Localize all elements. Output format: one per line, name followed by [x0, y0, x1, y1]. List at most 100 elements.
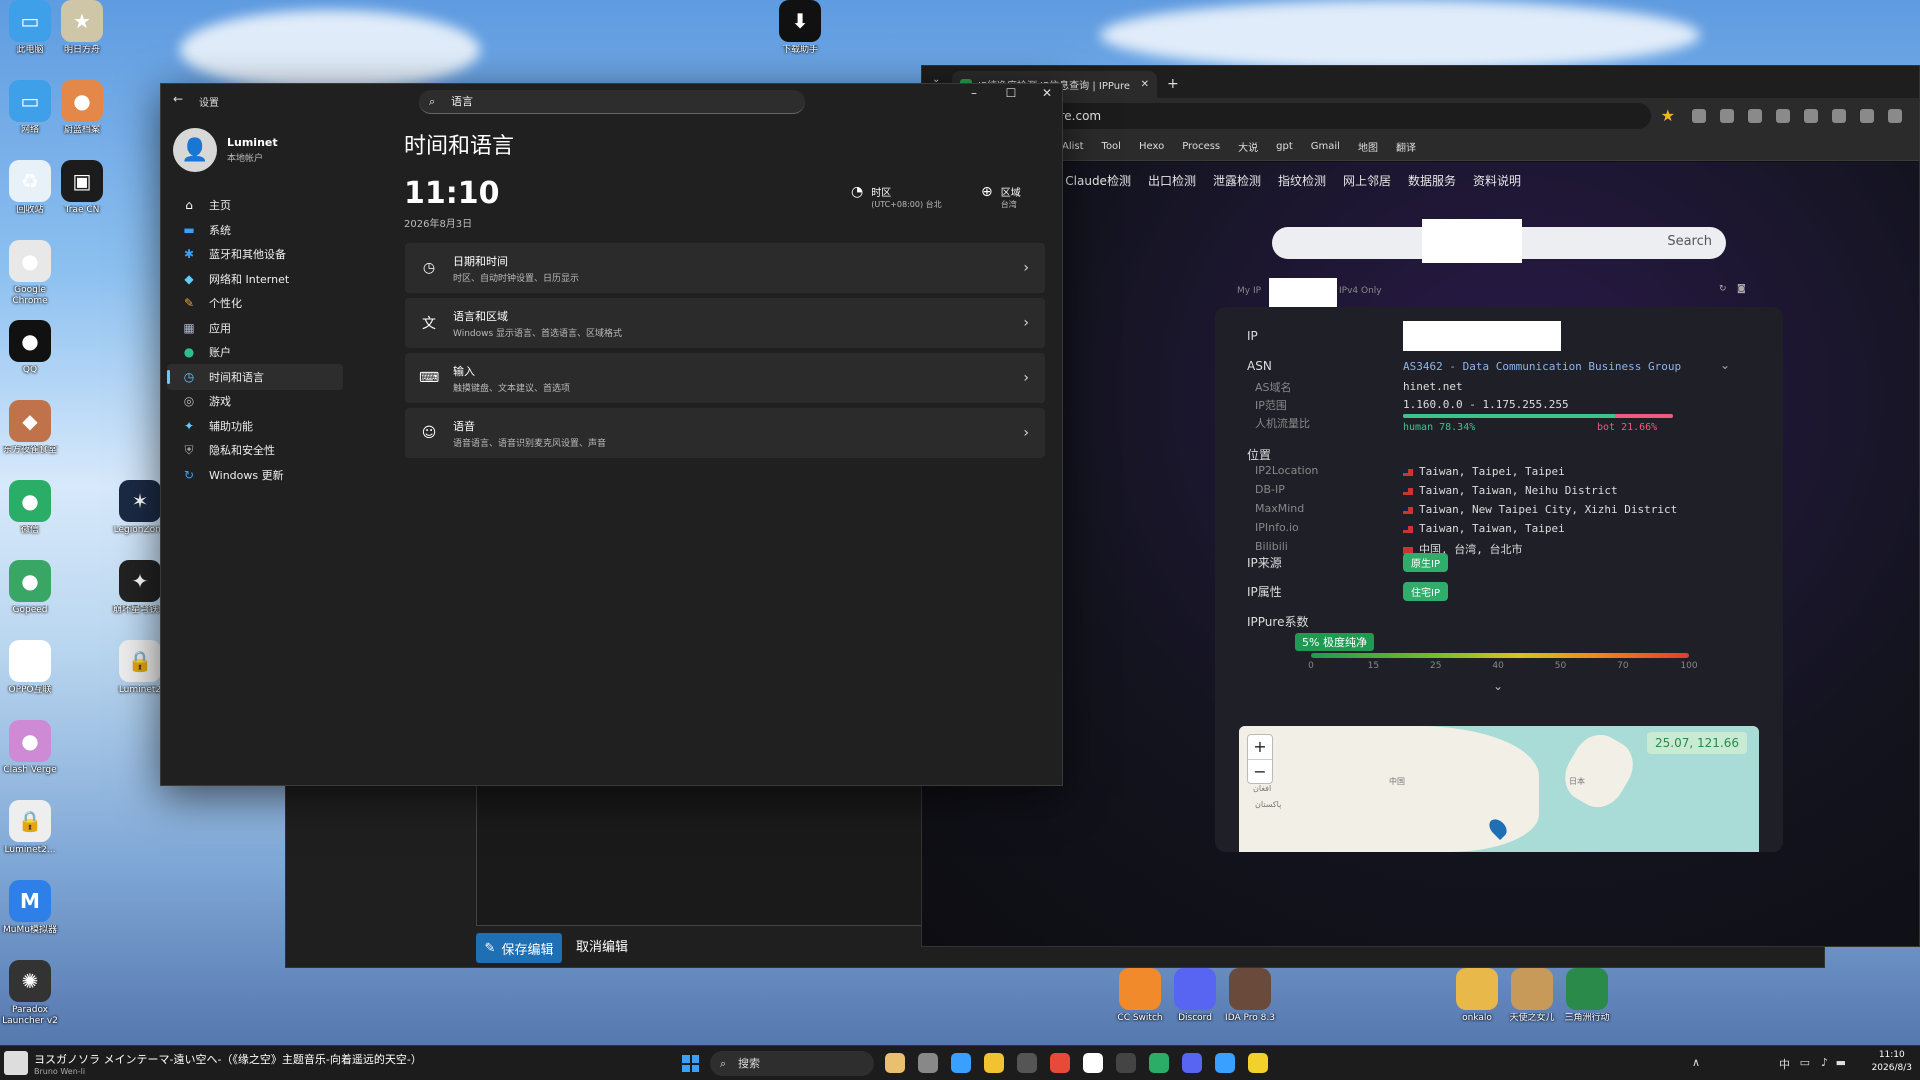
- bookmark-item[interactable]: 翻译: [1396, 139, 1416, 154]
- extension-icon[interactable]: [1692, 108, 1706, 123]
- taskbar-clock[interactable]: 11:10 2026/8/3: [1872, 1049, 1912, 1075]
- settings-nav-item[interactable]: ● 账户: [167, 339, 343, 365]
- taskbar-app-icon[interactable]: [1017, 1053, 1037, 1073]
- desktop-icon-13[interactable]: ◆ OPPO互联: [0, 640, 60, 707]
- settings-nav-item[interactable]: ◆ 网络和 Internet: [167, 266, 343, 292]
- bookmark-item[interactable]: Tool: [1102, 141, 1121, 152]
- taskbar-app-icon[interactable]: [1116, 1053, 1136, 1073]
- chevron-down-icon[interactable]: ⌄: [1720, 358, 1730, 372]
- desktop-shortcut-5[interactable]: 三角洲行动: [1557, 968, 1617, 1035]
- settings-nav-item[interactable]: ◷ 时间和语言: [167, 363, 343, 390]
- extension-icon[interactable]: [1888, 108, 1902, 123]
- region-info[interactable]: ⊕ 区域 台湾: [981, 184, 1021, 210]
- zoom-out-button[interactable]: −: [1248, 759, 1272, 783]
- camera-icon[interactable]: ◙: [1737, 284, 1746, 294]
- desktop-icon-3[interactable]: ● 蔚蓝档案: [52, 80, 112, 147]
- timezone-info[interactable]: ◔ 时区 (UTC+08:00) 台北: [851, 184, 942, 210]
- taskbar-app-icon[interactable]: [1083, 1053, 1103, 1073]
- close-tab-icon[interactable]: ✕: [1141, 79, 1149, 90]
- site-nav-item[interactable]: 网上邻居: [1343, 172, 1391, 189]
- search-button[interactable]: Search: [1667, 234, 1712, 249]
- bookmark-item[interactable]: 地图: [1358, 139, 1378, 154]
- taskbar-app-icon[interactable]: [1149, 1053, 1169, 1073]
- bookmark-item[interactable]: gpt: [1276, 141, 1293, 152]
- desktop-icon-1[interactable]: ★ 明日方舟: [52, 0, 112, 67]
- editor-textarea[interactable]: [476, 771, 926, 926]
- bookmark-star-icon[interactable]: ★: [1661, 106, 1675, 125]
- network-icon[interactable]: ▭: [1800, 1056, 1810, 1069]
- ime-indicator[interactable]: 中: [1779, 1056, 1790, 1072]
- extension-icon[interactable]: [1804, 108, 1818, 123]
- settings-card[interactable]: ☺ 语音 语音语言、语音识别麦克风设置、声音 ›: [405, 408, 1045, 458]
- ip-search-box[interactable]: Search: [1272, 219, 1726, 263]
- start-button[interactable]: [682, 1055, 699, 1072]
- desktop-icon-11[interactable]: ● Gopeed: [0, 560, 60, 627]
- cancel-edit-button[interactable]: 取消编辑: [576, 933, 628, 963]
- close-button[interactable]: ✕: [1029, 86, 1065, 100]
- taskbar-search[interactable]: ⌕ 搜索: [710, 1051, 874, 1076]
- bookmark-item[interactable]: Hexo: [1139, 141, 1164, 152]
- desktop-icon-9[interactable]: ● 微信: [0, 480, 60, 547]
- tray-overflow-icon[interactable]: ∧: [1692, 1056, 1700, 1069]
- taskbar-app-icon[interactable]: [918, 1053, 938, 1073]
- map[interactable]: + − 25.07, 121.66 中国 日本 پاکستان افغان: [1239, 726, 1759, 852]
- bookmark-item[interactable]: Gmail: [1311, 141, 1340, 152]
- album-art[interactable]: [4, 1051, 28, 1075]
- bookmark-item[interactable]: 大说: [1238, 139, 1258, 154]
- desktop-icon-16[interactable]: 🔒 Luminet2...: [0, 800, 60, 867]
- settings-nav-item[interactable]: ✦ 辅助功能: [167, 413, 343, 439]
- refresh-icon[interactable]: ↻: [1719, 284, 1727, 294]
- extension-icon[interactable]: [1720, 108, 1734, 123]
- desktop-icon-8[interactable]: ◆ 东方夜雀食堂: [0, 400, 60, 467]
- taskbar-app-icon[interactable]: [1215, 1053, 1235, 1073]
- settings-card[interactable]: ⌨ 输入 触摸键盘、文本建议、首选项 ›: [405, 353, 1045, 403]
- settings-nav-item[interactable]: ↻ Windows 更新: [167, 462, 343, 488]
- desktop-icon-7[interactable]: ● QQ: [0, 320, 60, 387]
- desktop-icon-6[interactable]: ● Google Chrome: [0, 240, 60, 307]
- battery-icon[interactable]: ▬: [1836, 1056, 1846, 1069]
- settings-search-input[interactable]: ⌕ 语言: [419, 90, 805, 114]
- site-nav-item[interactable]: 指纹检测: [1278, 172, 1326, 189]
- ipv4-only-label[interactable]: IPv4 Only: [1339, 286, 1382, 296]
- extension-icon[interactable]: [1832, 108, 1846, 123]
- desktop-shortcut-1[interactable]: Discord: [1165, 968, 1225, 1035]
- back-arrow-icon[interactable]: ←: [173, 92, 183, 106]
- desktop-icon-2[interactable]: ▭ 网络: [0, 80, 60, 147]
- desktop-icon-18[interactable]: ✺ Paradox Launcher v2: [0, 960, 60, 1027]
- settings-nav-item[interactable]: ▬ 系统: [167, 217, 343, 243]
- minimize-button[interactable]: –: [956, 86, 992, 100]
- taskbar-app-icon[interactable]: [1182, 1053, 1202, 1073]
- settings-nav-item[interactable]: ⛨ 隐私和安全性: [167, 437, 343, 463]
- site-nav-item[interactable]: Claude检测: [1065, 172, 1131, 189]
- desktop-shortcut-3[interactable]: onkalo: [1447, 968, 1507, 1035]
- save-edit-button[interactable]: ✎ 保存编辑: [476, 933, 562, 963]
- bookmark-item[interactable]: Alist: [1062, 141, 1084, 152]
- extension-icon[interactable]: [1860, 108, 1874, 123]
- settings-card[interactable]: ◷ 日期和时间 时区、自动时钟设置、日历显示 ›: [405, 243, 1045, 293]
- new-tab-icon[interactable]: +: [1167, 76, 1179, 92]
- site-nav-item[interactable]: 数据服务: [1408, 172, 1456, 189]
- extension-icon[interactable]: [1748, 108, 1762, 123]
- desktop-icon-5[interactable]: ▣ Trae CN: [52, 160, 112, 227]
- desktop-icon-15[interactable]: ● Clash Verge: [0, 720, 60, 787]
- settings-nav-item[interactable]: ✱ 蓝牙和其他设备: [167, 241, 343, 267]
- site-nav-item[interactable]: 泄露检测: [1213, 172, 1261, 189]
- asn-link[interactable]: AS3462 - Data Communication Business Gro…: [1403, 360, 1681, 373]
- volume-icon[interactable]: ♪: [1821, 1056, 1828, 1069]
- media-title[interactable]: ヨスガノソラ メインテーマ-遠い空へ-（《缘之空》主题音乐-向着遥远的天空-）: [34, 1051, 422, 1067]
- taskbar-app-icon[interactable]: [951, 1053, 971, 1073]
- settings-nav-item[interactable]: ◎ 游戏: [167, 388, 343, 414]
- site-nav-item[interactable]: 资料说明: [1473, 172, 1521, 189]
- taskbar-app-icon[interactable]: [1050, 1053, 1070, 1073]
- settings-nav-item[interactable]: ✎ 个性化: [167, 290, 343, 316]
- taskbar-app-icon[interactable]: [1248, 1053, 1268, 1073]
- desktop-icon-19[interactable]: ⬇ 下载助手: [770, 0, 830, 67]
- bookmark-item[interactable]: Process: [1182, 141, 1220, 152]
- settings-card[interactable]: 文 语言和区域 Windows 显示语言、首选语言、区域格式 ›: [405, 298, 1045, 348]
- extension-icon[interactable]: [1776, 108, 1790, 123]
- taskbar-app-icon[interactable]: [885, 1053, 905, 1073]
- user-avatar[interactable]: 👤: [173, 128, 217, 172]
- desktop-icon-17[interactable]: M MuMu模拟器: [0, 880, 60, 947]
- site-nav-item[interactable]: 出口检测: [1148, 172, 1196, 189]
- desktop-icon-4[interactable]: ♻ 回收站: [0, 160, 60, 227]
